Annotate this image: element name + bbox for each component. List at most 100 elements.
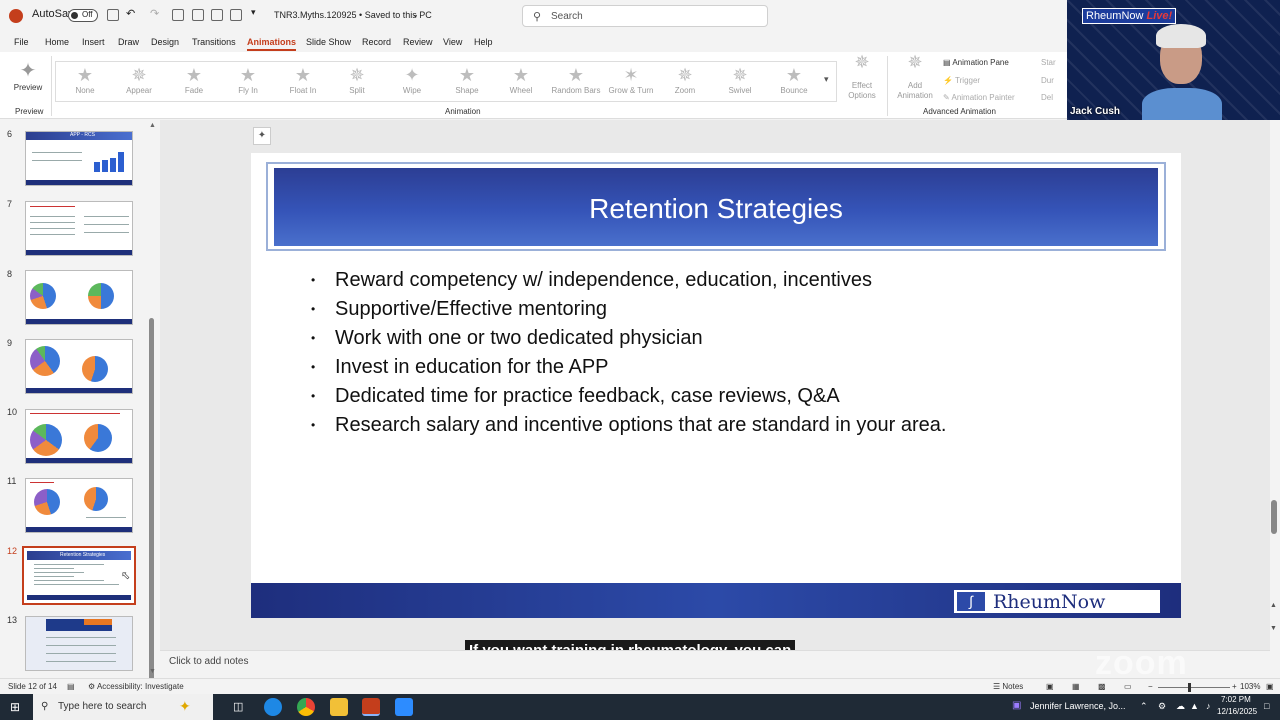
slide-sorter-icon[interactable]: ▦	[1072, 682, 1080, 691]
save-icon[interactable]	[107, 9, 119, 21]
undo-icon[interactable]: ↶	[126, 7, 135, 20]
zoom-level[interactable]: 103%	[1240, 682, 1260, 691]
taskbar-search[interactable]: ⚲ Type here to search ✦	[33, 694, 213, 720]
animation-painter-button[interactable]: ✎ Animation Painter	[943, 93, 1015, 102]
slide-thumbnail-6[interactable]: APP - RCS	[25, 131, 133, 186]
search-box[interactable]: ⚲ Search	[522, 5, 768, 27]
accessibility-button[interactable]: ⚙ Accessibility: Investigate	[88, 682, 184, 691]
slide-thumbnail-9[interactable]	[25, 339, 133, 394]
tab-insert[interactable]: Insert	[82, 37, 105, 47]
wifi-icon[interactable]: ▲	[1190, 701, 1199, 711]
normal-view-icon[interactable]: ▣	[1046, 682, 1054, 691]
gallery-more-icon[interactable]: ▾	[824, 74, 829, 85]
animation-wheel[interactable]: ★ Wheel	[496, 64, 546, 95]
start-option[interactable]: Star	[1041, 58, 1056, 67]
zoom-in-icon[interactable]: +	[1232, 682, 1237, 691]
trigger-button[interactable]: ⚡ Trigger	[943, 76, 980, 85]
reading-view-icon[interactable]: ▩	[1098, 682, 1106, 691]
network-icon[interactable]: ⚙	[1158, 701, 1166, 712]
clock-date[interactable]: 12/16/2025	[1217, 707, 1257, 716]
add-animation-button[interactable]: ✵ Add Animation	[893, 53, 937, 101]
tab-view[interactable]: View	[443, 37, 462, 47]
zoom-taskbar-icon[interactable]	[395, 698, 413, 716]
duration-option[interactable]: Dur	[1041, 76, 1054, 85]
file-explorer-icon[interactable]	[330, 698, 348, 716]
animation-swivel[interactable]: ✵ Swivel	[715, 64, 765, 95]
tab-help[interactable]: Help	[474, 37, 493, 47]
slide-thumbnail-11[interactable]	[25, 478, 133, 533]
animation-split[interactable]: ✵ Split	[332, 64, 382, 95]
edge-icon[interactable]	[264, 698, 282, 716]
animation-random-bars[interactable]: ★ Random Bars	[548, 64, 604, 95]
none-star-icon: ★	[76, 65, 94, 85]
delay-option[interactable]: Del	[1041, 93, 1053, 102]
screenshot-icon[interactable]	[230, 9, 242, 21]
present-icon[interactable]	[172, 9, 184, 21]
tab-record[interactable]: Record	[362, 37, 391, 47]
effect-options-button[interactable]: ✵ Effect Options	[840, 53, 884, 101]
tab-file[interactable]: File	[14, 37, 29, 47]
powerpoint-taskbar-icon[interactable]	[362, 698, 380, 716]
slide-thumbnail-13[interactable]	[25, 616, 133, 671]
slide-thumbnail-12[interactable]: Retention Strategies	[22, 546, 136, 605]
tab-transitions[interactable]: Transitions	[192, 37, 236, 47]
animation-pane-button[interactable]: ▤ Animation Pane	[943, 58, 1009, 67]
fit-slide-icon[interactable]: ▣	[1266, 682, 1274, 691]
prev-slide-icon[interactable]: ▲	[1270, 602, 1277, 609]
notification-icon[interactable]: □	[1264, 701, 1269, 711]
animation-appear[interactable]: ✵ Appear	[114, 64, 164, 95]
thumb-line	[30, 222, 75, 223]
tab-home[interactable]: Home	[45, 37, 69, 47]
tray-chevron-icon[interactable]: ⌃	[1140, 701, 1148, 712]
animation-bounce[interactable]: ★ Bounce	[769, 64, 819, 95]
cloud-icon[interactable]: ☁	[1176, 701, 1185, 712]
spelling-icon[interactable]: ▤	[67, 682, 75, 691]
chrome-icon[interactable]	[297, 698, 315, 716]
bullet-list[interactable]: Reward competency w/ independence, educa…	[311, 266, 1151, 440]
animation-fly-in[interactable]: ★ Fly In	[223, 64, 273, 95]
redo-icon[interactable]: ↷	[150, 7, 159, 20]
animation-shape[interactable]: ★ Shape	[442, 64, 492, 95]
slide-thumbnail-7[interactable]	[25, 201, 133, 256]
autosave-toggle[interactable]: Off	[68, 9, 98, 22]
animation-grow-turn[interactable]: ✶ Grow & Turn	[605, 64, 657, 95]
document-title[interactable]: TNR3.Myths.120925 • Saved to this PC	[274, 10, 432, 20]
slide-thumbnail-10[interactable]	[25, 409, 133, 464]
zoom-slider-thumb[interactable]	[1188, 683, 1191, 692]
slide-thumbnail-8[interactable]	[25, 270, 133, 325]
scroll-down-icon[interactable]: ▼	[149, 668, 156, 675]
tab-slide-show[interactable]: Slide Show	[306, 37, 351, 47]
customize-qat-icon[interactable]: ▾	[251, 7, 256, 18]
tab-review[interactable]: Review	[403, 37, 433, 47]
windows-start-icon[interactable]: ⊞	[10, 700, 20, 714]
bullet-item: Work with one or two dedicated physician	[311, 324, 1151, 353]
preview-button[interactable]: ✦ Preview	[8, 58, 48, 92]
tab-animations[interactable]: Animations	[247, 37, 297, 51]
next-slide-icon[interactable]: ▼	[1270, 625, 1277, 632]
animation-float-in[interactable]: ★ Float In	[278, 64, 328, 95]
animation-zoom[interactable]: ✵ Zoom	[660, 64, 710, 95]
slideshow-icon[interactable]: ▭	[1124, 682, 1132, 691]
notes-button[interactable]: ☰ Notes	[993, 682, 1023, 691]
task-view-icon[interactable]: ◫	[233, 700, 243, 713]
tab-draw[interactable]: Draw	[118, 37, 139, 47]
thumb-pie	[34, 489, 60, 515]
slide-layout-icon[interactable]	[192, 9, 204, 21]
animation-fade[interactable]: ★ Fade	[169, 64, 219, 95]
tab-design[interactable]: Design	[151, 37, 179, 47]
volume-icon[interactable]: ♪	[1206, 701, 1211, 711]
zoom-slider[interactable]	[1158, 687, 1230, 688]
slide-title[interactable]: Retention Strategies	[274, 193, 1158, 225]
animation-none[interactable]: ★ None	[60, 64, 110, 95]
clock-time[interactable]: 7:02 PM	[1221, 695, 1251, 704]
new-file-icon[interactable]	[211, 9, 223, 21]
chevron-down-icon[interactable]: ⌄	[412, 10, 419, 19]
meeting-label[interactable]: Jennifer Lawrence, Jo...	[1030, 701, 1126, 711]
thumbnail-scrollbar[interactable]	[149, 318, 154, 720]
scroll-up-icon[interactable]: ▲	[149, 122, 156, 129]
zoom-out-icon[interactable]: −	[1148, 682, 1153, 691]
slide-scrollbar[interactable]	[1271, 500, 1277, 534]
search-icon: ⚲	[41, 701, 49, 712]
designer-icon[interactable]: ✦	[253, 127, 271, 145]
animation-wipe[interactable]: ✦ Wipe	[387, 64, 437, 95]
